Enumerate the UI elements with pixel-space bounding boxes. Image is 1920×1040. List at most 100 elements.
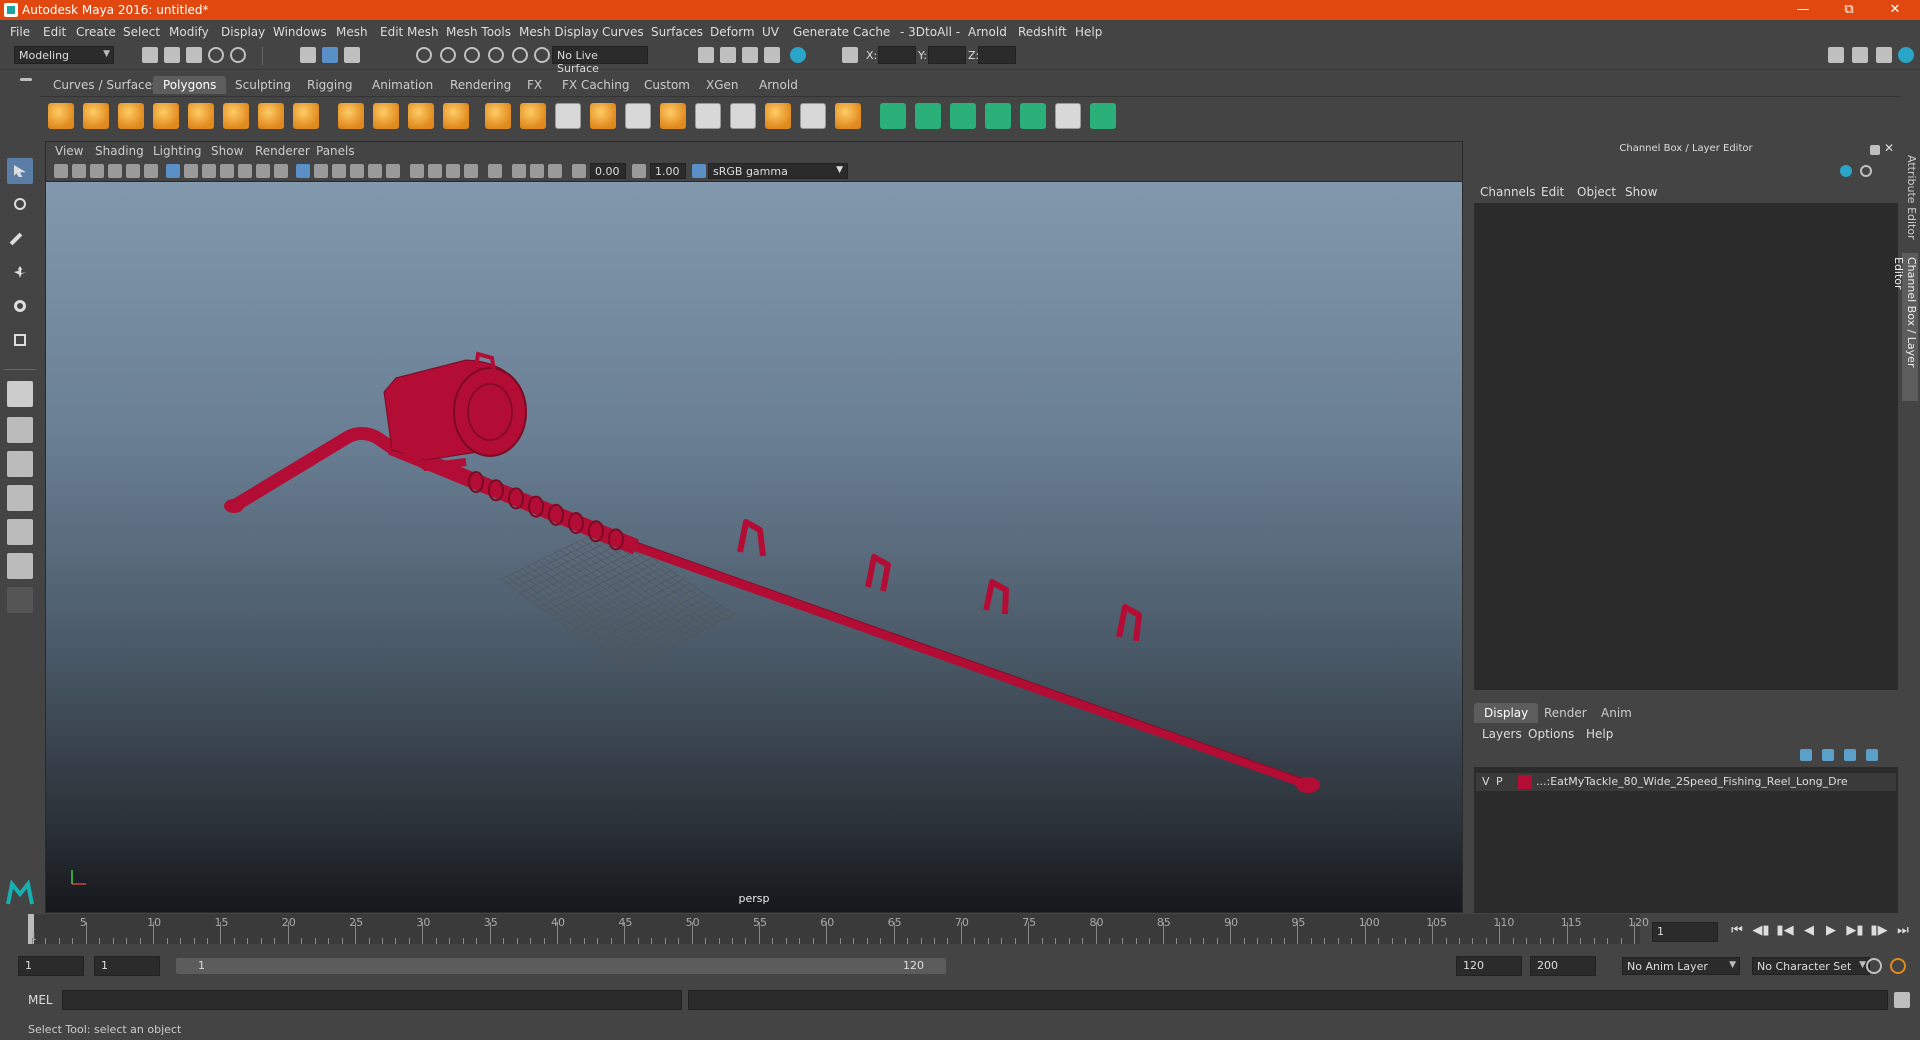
field-chart-icon[interactable]	[238, 164, 252, 178]
uv-spherical-icon[interactable]	[950, 103, 976, 129]
menu-create[interactable]: Create	[76, 25, 116, 39]
hypershade-layout-icon[interactable]	[7, 553, 33, 579]
select-component-icon[interactable]	[344, 47, 360, 63]
film-gate-icon[interactable]	[184, 164, 198, 178]
float-panel-icon[interactable]	[1870, 145, 1880, 155]
insert-edge-loop-icon[interactable]	[695, 103, 721, 129]
attribute-editor-toggle-icon[interactable]	[1852, 47, 1868, 63]
uv-layout-icon[interactable]	[1090, 103, 1116, 129]
go-to-start-button[interactable]: ⏮	[1728, 922, 1746, 940]
uv-checker-icon[interactable]	[1055, 103, 1081, 129]
modeling-toolkit-icon[interactable]	[1828, 47, 1844, 63]
live-surface-field[interactable]: No Live Surface	[552, 46, 648, 75]
command-language-label[interactable]: MEL	[28, 993, 53, 1007]
layer-color-swatch[interactable]	[1518, 775, 1532, 789]
new-empty-layer-icon[interactable]	[1844, 749, 1856, 761]
safe-title-icon[interactable]	[274, 164, 288, 178]
poly-plane-icon[interactable]	[188, 103, 214, 129]
animation-preferences-icon[interactable]	[1890, 958, 1906, 974]
viewport-menu-lighting[interactable]: Lighting	[153, 144, 202, 158]
character-set-dropdown[interactable]: No Character Set ▼	[1752, 957, 1870, 975]
step-back-frame-button[interactable]: ◀▮	[1752, 922, 1770, 940]
isolate-select-icon[interactable]	[488, 164, 502, 178]
scale-tool-icon[interactable]	[7, 327, 33, 353]
four-view-layout-icon[interactable]	[7, 417, 33, 443]
channel-box-layer-editor-tab[interactable]: Channel Box / Layer Editor	[1892, 253, 1918, 401]
use-all-lights-icon[interactable]	[368, 164, 382, 178]
close-button[interactable]: ✕	[1872, 0, 1918, 20]
menu-edit-mesh[interactable]: Edit Mesh	[380, 25, 439, 39]
fishing-reel-rod-model[interactable]	[224, 351, 1320, 793]
viewport-scene[interactable]: persp	[46, 182, 1462, 912]
transform-mode-icon[interactable]	[842, 47, 858, 63]
object-menu[interactable]: Object	[1577, 185, 1616, 199]
menu-mesh-display[interactable]: Mesh Display	[519, 25, 599, 39]
extract-icon[interactable]	[408, 103, 434, 129]
poly-cylinder-icon[interactable]	[118, 103, 144, 129]
2d-pan-zoom-icon[interactable]	[126, 164, 140, 178]
render-view-icon[interactable]	[764, 47, 780, 63]
snap-view-plane-icon[interactable]	[488, 47, 504, 63]
menu-mesh-tools[interactable]: Mesh Tools	[446, 25, 511, 39]
play-forwards-button[interactable]: ▶	[1822, 922, 1840, 940]
shelf-tab-rendering[interactable]: Rendering	[440, 76, 521, 94]
new-layer-from-selection-icon[interactable]	[1866, 749, 1878, 761]
menu-modify[interactable]: Modify	[169, 25, 209, 39]
channels-menu[interactable]: Channels	[1480, 185, 1536, 199]
xray-icon[interactable]	[512, 164, 526, 178]
menu-help[interactable]: Help	[1075, 25, 1102, 39]
camera-attributes-icon[interactable]	[72, 164, 86, 178]
poly-sphere-icon[interactable]	[48, 103, 74, 129]
scene-end-field[interactable]: 200	[1530, 956, 1596, 976]
select-camera-icon[interactable]	[54, 164, 68, 178]
grid-toggle-icon[interactable]	[166, 164, 180, 178]
gamma-icon[interactable]	[632, 164, 646, 178]
step-forward-key-button[interactable]: ▶▮	[1846, 922, 1864, 940]
attribute-editor-tab[interactable]: Attribute Editor	[1902, 151, 1918, 246]
shadows-icon[interactable]	[386, 164, 400, 178]
layer-row[interactable]: V P ...:EatMyTackle_80_Wide_2Speed_Fishi…	[1476, 773, 1896, 791]
ipr-render-icon[interactable]	[742, 47, 758, 63]
snap-live-icon[interactable]	[512, 47, 528, 63]
tab-display[interactable]: Display	[1474, 703, 1539, 723]
shelf-tab-curves-surfaces[interactable]: Curves / Surfaces	[43, 76, 168, 94]
open-scene-icon[interactable]	[164, 47, 180, 63]
z-field[interactable]	[978, 46, 1016, 64]
layers-menu[interactable]: Layers	[1482, 727, 1522, 741]
viewport-menu-shading[interactable]: Shading	[95, 144, 144, 158]
poly-cone-icon[interactable]	[153, 103, 179, 129]
menu-display[interactable]: Display	[221, 25, 265, 39]
depth-of-field-icon[interactable]	[464, 164, 478, 178]
menu-surfaces[interactable]: Surfaces	[651, 25, 703, 39]
menu-select[interactable]: Select	[123, 25, 160, 39]
tab-anim[interactable]: Anim	[1591, 703, 1642, 723]
multi-cut-icon[interactable]	[555, 103, 581, 129]
poly-cube-icon[interactable]	[83, 103, 109, 129]
uv-automatic-icon[interactable]	[985, 103, 1011, 129]
offset-edge-loop-icon[interactable]	[730, 103, 756, 129]
shelf-tab-fx[interactable]: FX	[517, 76, 552, 94]
tool-settings-toggle-icon[interactable]	[1876, 47, 1892, 63]
single-view-layout-icon[interactable]	[7, 381, 33, 407]
restore-button[interactable]: ⧉	[1826, 0, 1872, 20]
menu-arnold[interactable]: Arnold	[968, 25, 1007, 39]
gate-mask-icon[interactable]	[220, 164, 234, 178]
playback-end-field[interactable]: 120	[1456, 956, 1522, 976]
step-forward-frame-button[interactable]: ▮▶	[1870, 922, 1888, 940]
shelf-tab-fx-caching[interactable]: FX Caching	[552, 76, 639, 94]
command-input[interactable]	[62, 990, 682, 1010]
menu-set-dropdown[interactable]: Modeling ▼	[14, 46, 114, 64]
menu-edit[interactable]: Edit	[43, 25, 66, 39]
shelf-tab-arnold[interactable]: Arnold	[749, 76, 808, 94]
time-slider[interactable]: 1 5 10 15 20 25 30 35 40 45 50 55 60 65 70 75 80 85 90 95 1…	[28, 914, 1649, 944]
bridge-icon[interactable]	[625, 103, 651, 129]
history-icon[interactable]	[534, 47, 550, 63]
screen-space-ao-icon[interactable]	[410, 164, 424, 178]
exposure-icon[interactable]	[572, 164, 586, 178]
xray-joints-icon[interactable]	[530, 164, 544, 178]
layer-editor-toggle-icon[interactable]	[1860, 165, 1872, 177]
menu-deform[interactable]: Deform	[710, 25, 755, 39]
edit-menu[interactable]: Edit	[1541, 185, 1564, 199]
viewport-menu-view[interactable]: View	[55, 144, 83, 158]
view-transform-dropdown[interactable]: sRGB gamma ▼	[708, 163, 848, 179]
